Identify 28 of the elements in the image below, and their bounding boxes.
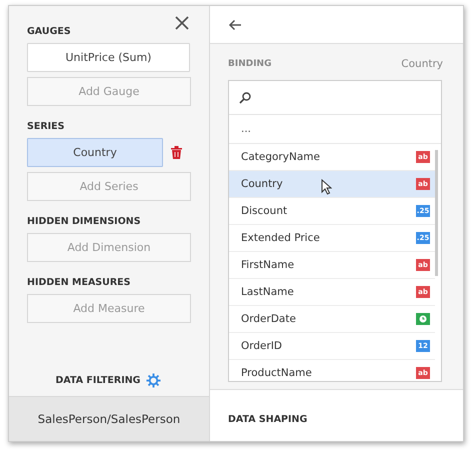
section-title: HIDDEN MEASURES — [27, 277, 132, 288]
search-icon — [239, 92, 251, 104]
field-item[interactable]: Country — [27, 138, 163, 167]
field-item[interactable]: UnitPrice (Sum) — [27, 43, 190, 72]
field-name: OrderID — [241, 340, 282, 352]
field-name: Extended Price — [241, 232, 320, 244]
field-name: ProductName — [241, 367, 312, 379]
settings-icon[interactable] — [146, 373, 162, 388]
field-name: LastName — [241, 286, 294, 298]
date-type-icon — [416, 313, 430, 325]
binding-label: BINDING — [228, 59, 272, 69]
section-title: HIDDEN DIMENSIONS — [27, 216, 142, 227]
back-button[interactable] — [228, 18, 242, 30]
section-title: GAUGES — [27, 26, 72, 37]
field-name: CategoryName — [241, 151, 320, 163]
pointer-icon — [321, 179, 332, 195]
field-name: Country — [241, 178, 283, 190]
trash-icon[interactable] — [171, 146, 182, 159]
binding-value: Country — [401, 58, 443, 70]
field-name: FirstName — [241, 259, 294, 271]
section-title: SERIES — [27, 121, 66, 132]
scrollbar-thumb[interactable] — [435, 150, 438, 276]
data-shaping-label: DATA SHAPING — [228, 414, 308, 425]
field-name: OrderDate — [241, 313, 296, 325]
close-button[interactable] — [175, 16, 191, 32]
field-name: Discount — [241, 205, 288, 217]
data-filtering-label: DATA FILTERING — [56, 375, 140, 386]
footer-panel[interactable]: SalesPerson/SalesPerson — [9, 396, 209, 441]
